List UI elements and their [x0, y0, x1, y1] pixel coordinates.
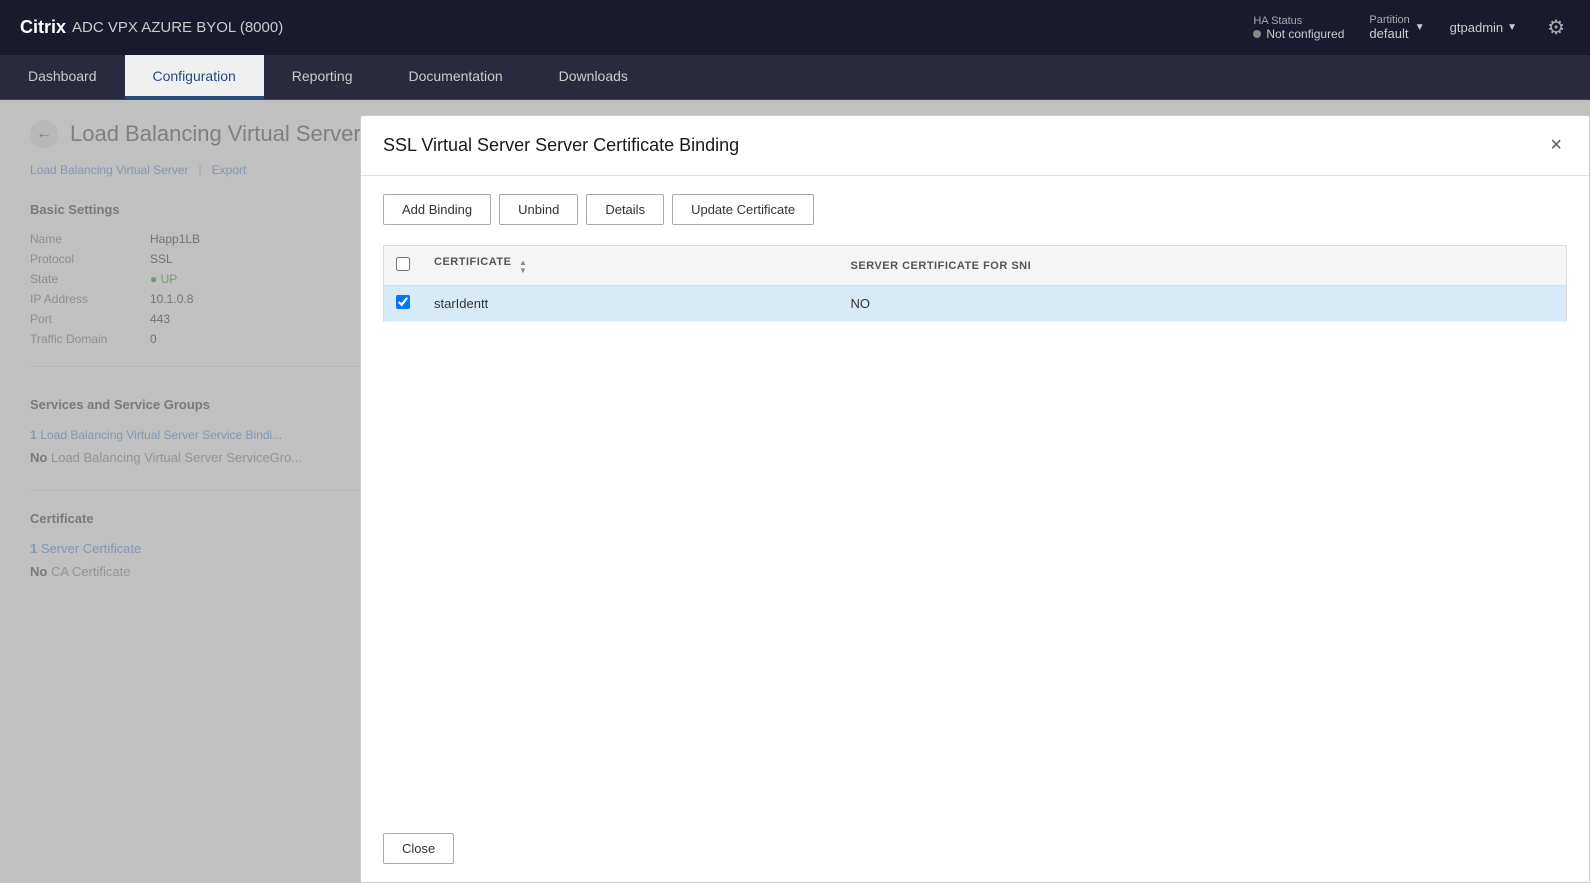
col-sni: SERVER CERTIFICATE FOR SNI — [839, 246, 1567, 286]
partition-section: Partition default ▼ — [1369, 14, 1424, 41]
close-btn-row: Close — [361, 823, 1589, 882]
tab-downloads-label: Downloads — [559, 68, 628, 84]
row-checkbox[interactable] — [396, 295, 410, 309]
partition-chevron-icon[interactable]: ▼ — [1415, 22, 1425, 33]
tab-downloads[interactable]: Downloads — [531, 55, 656, 99]
add-binding-button[interactable]: Add Binding — [383, 194, 491, 225]
table-header-row: CERTIFICATE ▲▼ SERVER CERTIFICATE FOR SN… — [384, 246, 1567, 286]
table-row[interactable]: starIdenttNO — [384, 286, 1567, 322]
modal-header: SSL Virtual Server Server Certificate Bi… — [361, 116, 1589, 176]
main-content: ← Load Balancing Virtual Server Load Bal… — [0, 100, 1590, 883]
row-checkbox-cell — [384, 286, 423, 322]
update-certificate-button[interactable]: Update Certificate — [672, 194, 814, 225]
col-certificate[interactable]: CERTIFICATE ▲▼ — [422, 246, 839, 286]
ha-status: HA Status Not configured — [1253, 15, 1344, 41]
header-checkbox-cell — [384, 246, 423, 286]
row-certificate: starIdentt — [422, 286, 839, 322]
tab-documentation-label: Documentation — [408, 68, 502, 84]
nav-tabs: Dashboard Configuration Reporting Docume… — [0, 55, 1590, 100]
certificate-table: CERTIFICATE ▲▼ SERVER CERTIFICATE FOR SN… — [383, 245, 1567, 322]
tab-reporting-label: Reporting — [292, 68, 353, 84]
partition-label: Partition — [1369, 14, 1409, 26]
close-button[interactable]: Close — [383, 833, 454, 864]
ha-status-value: Not configured — [1253, 27, 1344, 41]
tab-documentation[interactable]: Documentation — [380, 55, 530, 99]
tab-configuration-label: Configuration — [153, 68, 236, 84]
brand: Citrix ADC VPX AZURE BYOL (8000) — [20, 17, 1253, 38]
user-section[interactable]: gtpadmin ▼ — [1450, 20, 1517, 35]
partition-name: default — [1369, 26, 1409, 41]
row-sni: NO — [839, 286, 1567, 322]
modal-title: SSL Virtual Server Server Certificate Bi… — [383, 135, 739, 156]
status-dot — [1253, 30, 1261, 38]
unbind-button[interactable]: Unbind — [499, 194, 578, 225]
tab-dashboard[interactable]: Dashboard — [0, 55, 125, 99]
details-button[interactable]: Details — [586, 194, 664, 225]
ssl-certificate-binding-modal: SSL Virtual Server Server Certificate Bi… — [360, 115, 1590, 883]
tab-configuration[interactable]: Configuration — [125, 55, 264, 99]
ha-status-label: HA Status — [1253, 15, 1302, 27]
brand-citrix: Citrix — [20, 17, 66, 38]
tab-dashboard-label: Dashboard — [28, 68, 97, 84]
ha-status-text: Not configured — [1266, 27, 1344, 41]
partition-value: Partition default — [1369, 14, 1409, 41]
user-name: gtpadmin — [1450, 20, 1503, 35]
header-right: HA Status Not configured Partition defau… — [1253, 10, 1570, 45]
action-buttons: Add Binding Unbind Details Update Certif… — [383, 194, 1567, 225]
sort-arrows-certificate: ▲▼ — [519, 259, 527, 275]
modal-close-button[interactable]: × — [1545, 134, 1567, 157]
brand-product: ADC VPX AZURE BYOL (8000) — [72, 19, 283, 36]
tab-reporting[interactable]: Reporting — [264, 55, 381, 99]
header-checkbox[interactable] — [396, 257, 410, 271]
settings-button[interactable]: ⚙ — [1542, 10, 1570, 45]
modal-body: Add Binding Unbind Details Update Certif… — [361, 176, 1589, 823]
top-header: Citrix ADC VPX AZURE BYOL (8000) HA Stat… — [0, 0, 1590, 55]
user-chevron-icon: ▼ — [1507, 22, 1517, 33]
